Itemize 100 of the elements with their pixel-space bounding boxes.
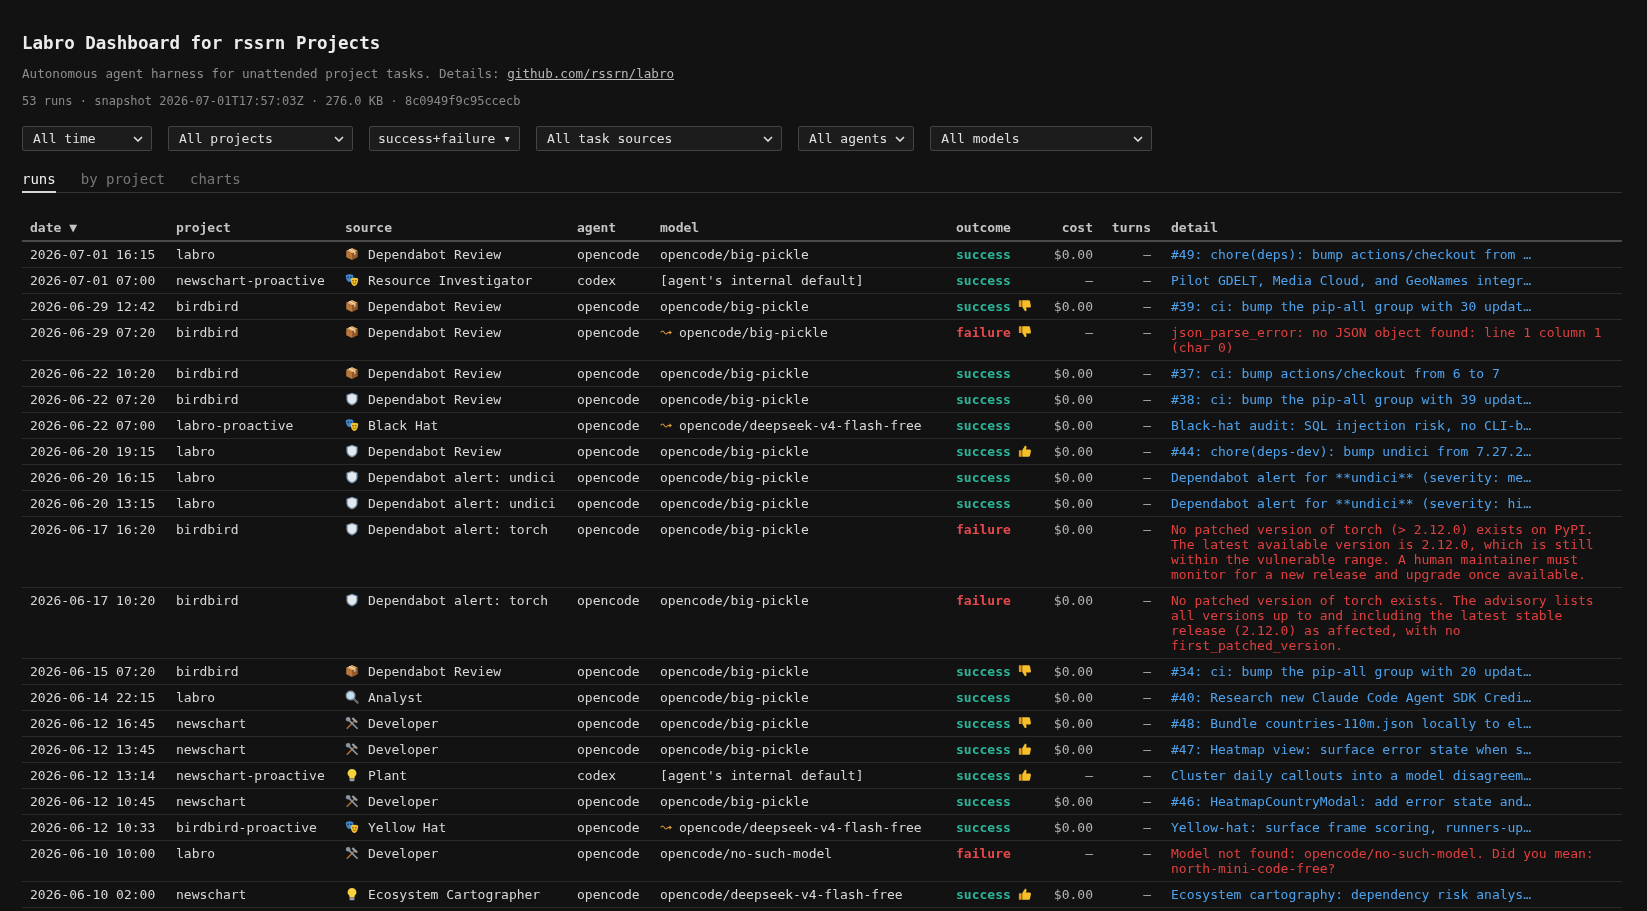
model-name: opencode/deepseek-v4-flash-free [660,887,903,902]
project-name: birdbird [176,392,239,407]
run-date: 2026-06-20 16:15 [30,470,156,485]
agent-name: opencode [577,247,640,262]
agent-name: opencode [577,887,640,902]
filter-menu-button[interactable]: success+failure ▾ [369,126,521,151]
project-name: labro [176,444,216,459]
project-name: birdbird-proactive [176,820,317,835]
model-name: opencode/big-pickle [660,593,809,608]
detail-link[interactable]: #49: chore(deps): bump actions/checkout from … [1171,247,1532,262]
detail-link[interactable]: #40: Research new Claude Code Agent SDK Credi… [1171,690,1532,705]
detail-link[interactable]: Cluster daily callouts into a model disagreem… [1171,768,1532,783]
detail-link[interactable]: Ecosystem cartography: dependency risk analys… [1171,887,1532,902]
page-description: Autonomous agent harness for unattended project tasks. Details: github.com/rssrn/labro [22,66,676,82]
turns-value: — [1143,325,1151,340]
detail-link[interactable]: Yellow-hat: surface frame scoring, runners-up… [1171,820,1532,835]
outcome-status: failure [956,522,1011,537]
agent-name: opencode [577,794,640,809]
outcome-status: success [956,470,1011,485]
run-date: 2026-07-01 07:00 [30,273,156,288]
outcome-status: success [956,768,1011,783]
filter-dropdown[interactable]: All projects [168,126,353,151]
view-tab[interactable]: charts [190,170,241,193]
detail-link[interactable]: #47: Heatmap view: surface error state when s… [1171,742,1532,757]
turns-value: — [1143,887,1151,902]
outcome-status: success [956,366,1011,381]
column-header[interactable]: turns [1101,215,1159,241]
detail-link[interactable]: #37: ci: bump actions/checkout from 6 to 7 [1171,366,1500,381]
turns-value: — [1143,794,1151,809]
filter-dropdown[interactable]: All task sources [536,126,783,151]
column-header[interactable]: detail [1159,215,1622,241]
detail-link[interactable]: #34: ci: bump the pip-all group with 20 updat… [1171,664,1532,679]
run-date: 2026-06-12 13:45 [30,742,156,757]
agent-name: codex [577,273,617,288]
turns-value: — [1143,664,1151,679]
project-name: labro [176,496,216,511]
detail-link[interactable]: #48: Bundle countries-110m.json locally to el… [1171,716,1532,731]
detail-link[interactable]: #44: chore(deps-dev): bump undici from 7.27.2… [1171,444,1532,459]
detail-link[interactable]: Black-hat audit: SQL injection risk, no CLI-b… [1171,418,1532,433]
view-tab[interactable]: runs [22,170,56,193]
project-name: birdbird [176,664,239,679]
filter-dropdown[interactable]: All models [930,126,1153,151]
source-name: Plant [368,768,408,783]
turns-value: — [1143,742,1151,757]
cost-value: — [1085,768,1093,783]
agent-name: opencode [577,846,640,861]
model-name: opencode/big-pickle [660,299,809,314]
run-date: 2026-06-29 12:42 [30,299,156,314]
model-name: opencode/big-pickle [660,247,809,262]
column-header[interactable]: source [337,215,569,241]
project-name: newschart-proactive [176,273,325,288]
project-name: newschart [176,794,247,809]
detail-link[interactable]: #46: HeatmapCountryModal: add error state and… [1171,794,1532,809]
outcome-status: success [956,664,1011,679]
filter-dropdown[interactable]: All agents [798,126,915,151]
source-name: Resource Investigator [368,273,533,288]
cost-value: $0.00 [1053,716,1093,731]
agent-name: codex [577,768,617,783]
theater-masks-icon [345,418,359,432]
repo-link[interactable]: github.com/rssrn/labro [507,66,675,81]
detail-link[interactable]: #39: ci: bump the pip-all group with 30 updat… [1171,299,1532,314]
agent-name: opencode [577,470,640,485]
shield-icon [345,496,359,510]
agent-name: opencode [577,418,640,433]
source-name: Dependabot Review [368,299,502,314]
source-name: Dependabot alert: undici [368,470,556,485]
detail-link[interactable]: #38: ci: bump the pip-all group with 39 updat… [1171,392,1532,407]
turns-value: — [1143,820,1151,835]
agent-name: opencode [577,593,640,608]
column-header[interactable]: date ▼ [22,215,168,241]
cost-value: $0.00 [1053,820,1093,835]
source-name: Dependabot Review [368,325,502,340]
outcome-status: success [956,444,1011,459]
cost-value: $0.00 [1053,496,1093,511]
column-header[interactable]: cost [1039,215,1101,241]
turns-value: — [1143,247,1151,262]
snapshot-info: 53 runs · snapshot 2026-07-01T17:57:03Z · 276.0 KB · 8c0949f9c95ccecb [22,93,522,109]
turns-value: — [1143,444,1151,459]
detail-link[interactable]: Dependabot alert for **undici** (severity: hi… [1171,496,1532,511]
column-header[interactable]: model [652,215,948,241]
cost-value: $0.00 [1053,444,1093,459]
outcome-status: success [956,820,1011,835]
view-tab[interactable]: by project [80,170,165,193]
column-header[interactable]: project [168,215,337,241]
column-header[interactable]: outcome [948,215,1039,241]
turns-value: — [1143,690,1151,705]
shield-icon [345,392,359,406]
project-name: birdbird [176,299,239,314]
model-name: [agent's internal default] [660,768,864,783]
model-name: opencode/big-pickle [660,664,809,679]
turns-value: — [1143,366,1151,381]
cost-value: $0.00 [1053,366,1093,381]
agent-name: opencode [577,325,640,340]
detail-link[interactable]: Pilot GDELT, Media Cloud, and GeoNames integr… [1171,273,1532,288]
turns-value: — [1143,470,1151,485]
column-header[interactable]: agent [569,215,652,241]
detail-link[interactable]: Dependabot alert for **undici** (severity: me… [1171,470,1532,485]
model-name: opencode/big-pickle [660,522,809,537]
run-date: 2026-06-12 13:14 [30,768,156,783]
filter-dropdown[interactable]: All time [22,126,152,151]
